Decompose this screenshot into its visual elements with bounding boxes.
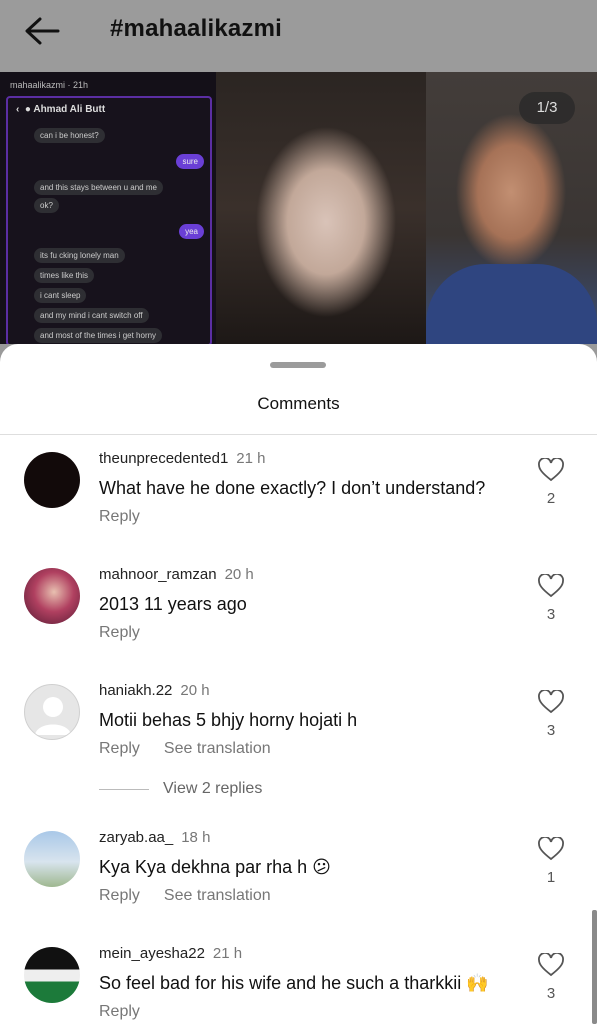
comment-username[interactable]: haniakh.22 20 h xyxy=(99,682,210,699)
replies-line xyxy=(99,788,149,790)
comment-text: So feel bad for his wife and he such a t… xyxy=(99,973,489,993)
drag-handle[interactable] xyxy=(270,362,326,368)
comment-time: 20 h xyxy=(224,566,254,583)
comment-text: Motii behas 5 bhjy horny hojati h xyxy=(99,710,358,730)
reply-button[interactable]: Reply xyxy=(99,887,140,904)
comment-username[interactable]: mein_ayesha22 21 h xyxy=(99,945,242,962)
see-translation-button[interactable]: See translation xyxy=(164,740,271,757)
chat-username: mahaalikazmi · 21h xyxy=(10,80,89,90)
default-avatar-icon[interactable] xyxy=(24,684,80,740)
chat-bubble: yea xyxy=(179,224,204,239)
comment-actions: Reply See translation xyxy=(99,887,295,905)
comment-username[interactable]: zaryab.aa_ 18 h xyxy=(99,829,210,846)
chat-bubble: ok? xyxy=(34,198,59,213)
chat-bubble: its fu cking lonely man xyxy=(34,248,125,263)
view-replies-label: View 2 replies xyxy=(163,780,263,797)
chat-contact: ‹ ● Ahmad Ali Butt xyxy=(16,104,106,115)
shirt-shape xyxy=(426,264,597,344)
comment-time: 21 h xyxy=(236,450,266,467)
back-arrow-icon[interactable] xyxy=(22,14,62,48)
heart-icon[interactable] xyxy=(538,690,564,714)
reply-button[interactable]: Reply xyxy=(99,624,140,641)
comment-time: 21 h xyxy=(212,945,243,962)
comment-text: What have he done exactly? I don’t under… xyxy=(99,478,486,498)
heart-icon[interactable] xyxy=(538,837,564,861)
comment-item: haniakh.22 20 h Motii behas 5 bhjy horny … xyxy=(0,682,597,792)
scrollbar[interactable] xyxy=(592,910,597,1024)
heart-icon[interactable] xyxy=(538,458,564,482)
like-count: 3 xyxy=(546,985,556,1002)
avatar[interactable] xyxy=(24,947,80,1003)
comment-text: 2013 11 years ago xyxy=(99,594,247,614)
chat-bubble: i cant sleep xyxy=(34,288,87,303)
like-count: 3 xyxy=(546,606,556,623)
chat-screenshot-image: mahaalikazmi · 21h ‹ ● Ahmad Ali Butt ca… xyxy=(0,72,216,344)
top-bar: #mahaalikazmi xyxy=(0,0,597,72)
comment-time: 18 h xyxy=(181,829,211,846)
reply-button[interactable]: Reply xyxy=(99,740,140,757)
woman-portrait-image xyxy=(216,72,426,344)
view-replies-button[interactable]: View 2 replies xyxy=(99,780,262,798)
avatar[interactable] xyxy=(24,452,80,508)
chat-bubble: and most of the times i get horny xyxy=(34,328,163,343)
comment-username[interactable]: theunprecedented1 21 h xyxy=(99,450,265,467)
chat-bubble: and this stays between u and me xyxy=(34,180,163,195)
comments-sheet: Comments theunprecedented1 21 h What have… xyxy=(0,344,597,1024)
sheet-title: Comments xyxy=(257,394,340,413)
comment-text: Kya Kya dekhna par rha h 😕 xyxy=(99,857,331,877)
chat-bubble: times like this xyxy=(34,268,95,283)
reply-button[interactable]: Reply xyxy=(99,508,140,525)
heart-icon[interactable] xyxy=(538,574,564,598)
like-count: 1 xyxy=(546,869,556,886)
chat-bubble: can i be honest? xyxy=(34,128,105,143)
see-translation-button[interactable]: See translation xyxy=(164,887,271,904)
heart-icon[interactable] xyxy=(538,953,564,977)
like-count: 3 xyxy=(546,722,556,739)
comment-actions: Reply xyxy=(99,624,164,642)
comment-actions: Reply xyxy=(99,1003,164,1021)
avatar[interactable] xyxy=(24,568,80,624)
like-count: 2 xyxy=(546,490,556,507)
comment-time: 20 h xyxy=(180,682,210,699)
post-carousel[interactable]: mahaalikazmi · 21h ‹ ● Ahmad Ali Butt ca… xyxy=(0,72,597,344)
chat-bubble: sure xyxy=(176,154,204,169)
comment-username[interactable]: mahnoor_ramzan 20 h xyxy=(99,566,254,583)
divider xyxy=(0,434,597,435)
reply-button[interactable]: Reply xyxy=(99,1003,140,1020)
chat-bubble: and my mind i cant switch off xyxy=(34,308,149,323)
comment-actions: Reply See translation xyxy=(99,740,295,758)
comment-item: mahnoor_ramzan 20 h 2013 11 years ago Rep… xyxy=(0,566,597,676)
hashtag-title: #mahaalikazmi xyxy=(110,15,283,42)
comment-item: zaryab.aa_ 18 h Kya Kya dekhna par rha h … xyxy=(0,829,597,939)
comment-item: mein_ayesha22 21 h So feel bad for his wi… xyxy=(0,945,597,1024)
avatar[interactable] xyxy=(24,831,80,887)
comment-item: theunprecedented1 21 h What have he done … xyxy=(0,450,597,560)
carousel-counter: 1/3 xyxy=(519,92,575,124)
comment-actions: Reply xyxy=(99,508,164,526)
